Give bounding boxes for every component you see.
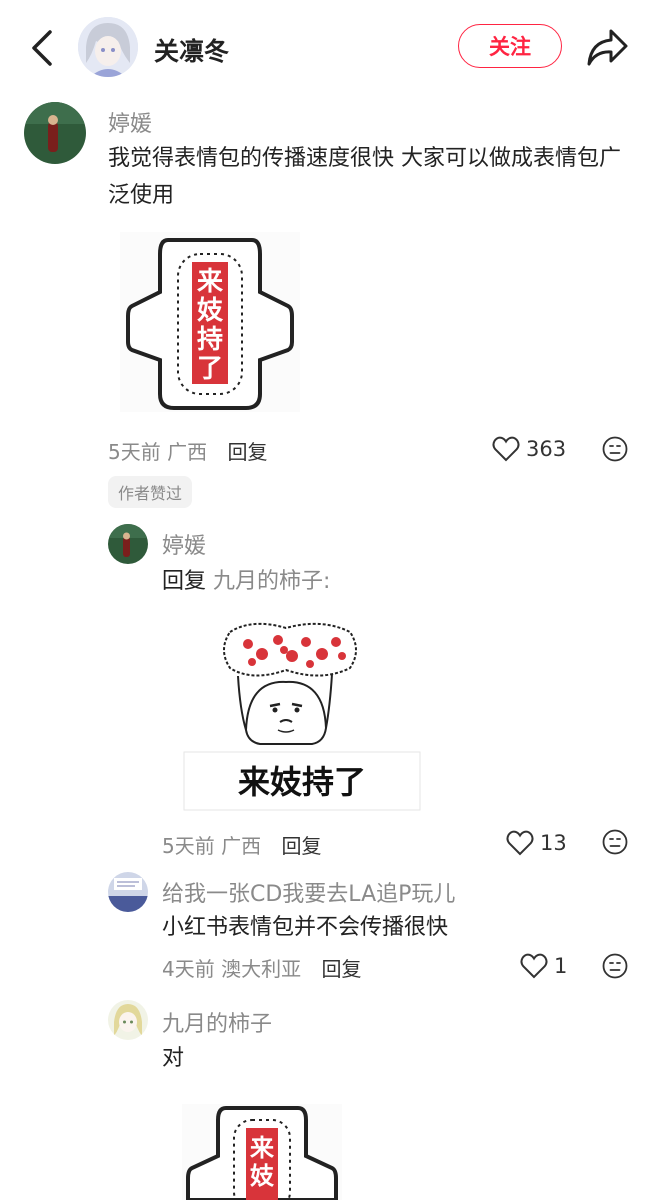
top-bar: 关凛冬 关注 xyxy=(0,0,655,96)
comment-meta: 5天前 广西 回复 xyxy=(108,436,267,465)
emoji-react-icon[interactable] xyxy=(602,953,628,979)
like-count: 363 xyxy=(526,437,567,461)
sticker-char: 妓 xyxy=(197,296,224,326)
meme-sticker-image: 来妓持了 xyxy=(182,610,422,812)
comment-text: 回复 九月的柿子: xyxy=(162,563,330,600)
author-liked-badge: 作者赞过 xyxy=(108,476,193,508)
pad-sticker-image: 来 妓 xyxy=(182,1104,342,1200)
reply-button[interactable]: 回复 xyxy=(321,957,361,981)
comment-meta: 5天前 广西 回复 xyxy=(162,830,321,859)
pad-sticker-image: 来 妓 持 了 xyxy=(120,232,300,412)
comment-meta: 4天前 澳大利亚 回复 xyxy=(162,953,361,982)
comment-location: 澳大利亚 xyxy=(221,957,302,981)
commenter-avatar[interactable] xyxy=(24,102,86,164)
like-button[interactable]: 1 xyxy=(520,953,567,979)
author-avatar[interactable] xyxy=(78,17,138,77)
comment-text: 小红书表情包并不会传播很快 xyxy=(162,915,449,940)
like-button[interactable]: 13 xyxy=(506,830,567,856)
comment-time: 5天前 xyxy=(108,440,161,464)
share-icon[interactable] xyxy=(584,26,630,68)
heart-icon xyxy=(520,953,548,979)
comment-location: 广西 xyxy=(167,440,208,464)
reply-button[interactable]: 回复 xyxy=(227,440,267,464)
emoji-react-icon[interactable] xyxy=(602,829,628,855)
comment-text: 对 xyxy=(162,1046,185,1071)
commenter-name[interactable]: 婷媛 xyxy=(162,528,206,560)
back-arrow-icon[interactable] xyxy=(24,28,60,68)
author-name[interactable]: 关凛冬 xyxy=(154,32,229,68)
sticker-char: 了 xyxy=(197,354,223,384)
commenter-avatar[interactable] xyxy=(108,872,148,912)
comment-time: 5天前 xyxy=(162,834,215,858)
heart-icon xyxy=(492,436,520,462)
comment-text: 我觉得表情包的传播速度很快 大家可以做成表情包广泛使用 xyxy=(108,146,621,208)
commenter-name[interactable]: 婷媛 xyxy=(108,106,152,138)
reply-prefix: 回复 xyxy=(162,569,207,594)
like-count: 1 xyxy=(554,954,568,978)
sticker-char: 妓 xyxy=(250,1162,275,1190)
sticker-char: 持 xyxy=(197,325,223,355)
commenter-avatar[interactable] xyxy=(108,1000,148,1040)
commenter-name[interactable]: 给我一张CD我要去LA追P玩儿 xyxy=(162,876,455,908)
sticker-char: 来 xyxy=(197,267,224,297)
sticker-char: 来 xyxy=(250,1134,275,1162)
reply-button[interactable]: 回复 xyxy=(281,834,321,858)
reply-to-user[interactable]: 九月的柿子: xyxy=(213,569,330,594)
follow-button[interactable]: 关注 xyxy=(458,24,562,68)
heart-icon xyxy=(506,830,534,856)
sticker-caption: 来妓持了 xyxy=(238,763,366,801)
comment-time: 4天前 xyxy=(162,957,215,981)
comment-location: 广西 xyxy=(221,834,262,858)
emoji-react-icon[interactable] xyxy=(602,436,628,462)
commenter-avatar[interactable] xyxy=(108,524,148,564)
commenter-name[interactable]: 九月的柿子 xyxy=(162,1006,272,1038)
like-count: 13 xyxy=(540,831,567,855)
like-button[interactable]: 363 xyxy=(492,436,566,462)
